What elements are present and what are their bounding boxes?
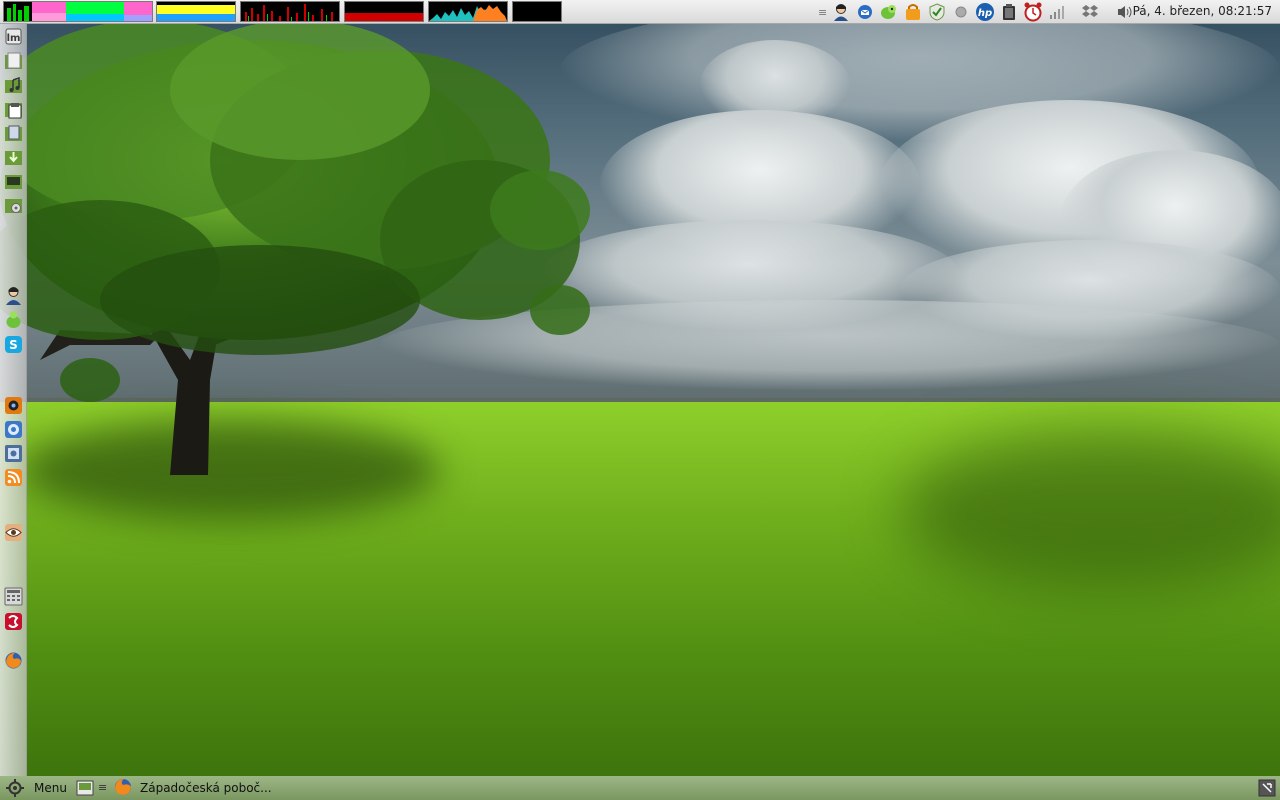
settings-icon[interactable]: [4, 196, 23, 215]
firefox-window-icon: [114, 778, 132, 799]
top-panel: ≡ hp Pá, 4. březen, 08:21:57: [0, 0, 1280, 24]
user-icon[interactable]: [831, 3, 850, 22]
load-monitor[interactable]: [428, 1, 508, 22]
dropbox-icon[interactable]: [1080, 3, 1099, 22]
disk-monitor[interactable]: [512, 1, 562, 22]
calculator-icon[interactable]: [4, 587, 23, 606]
taskbar-item-label: Západočeská poboč...: [140, 781, 272, 795]
swap-monitor[interactable]: [344, 1, 424, 22]
mint-icon[interactable]: lm: [4, 27, 23, 46]
desktop-wallpaper: [0, 0, 1280, 800]
mail-icon[interactable]: [4, 420, 23, 439]
terminal-icon[interactable]: [4, 172, 23, 191]
volume-icon[interactable]: [1115, 3, 1134, 22]
pidgin-icon[interactable]: [879, 3, 898, 22]
download-icon[interactable]: [4, 148, 23, 167]
clock[interactable]: Pá, 4. březen, 08:21:57: [1133, 4, 1272, 18]
gear-icon: [6, 779, 24, 800]
taskbar-item-firefox[interactable]: Západočeská poboč...: [114, 778, 272, 799]
menu-label: Menu: [34, 781, 67, 795]
thunderbird-icon[interactable]: [855, 3, 874, 22]
webcam-icon[interactable]: [4, 396, 23, 415]
documents-icon[interactable]: [4, 124, 23, 143]
user-messenger-icon[interactable]: [4, 286, 23, 305]
lastfm-icon[interactable]: [4, 612, 23, 631]
files-icon[interactable]: [4, 52, 23, 71]
music-icon[interactable]: [4, 76, 23, 95]
bottom-panel: Menu ≡ Západočeská poboč...: [0, 776, 1280, 800]
pidgin-green-icon[interactable]: [4, 310, 23, 329]
svg-text:hp: hp: [978, 8, 992, 19]
show-desktop-button[interactable]: [76, 779, 94, 797]
svg-text:S: S: [9, 338, 18, 352]
memory-monitor[interactable]: [156, 1, 236, 22]
update-notifier-icon[interactable]: [903, 3, 922, 22]
hp-printer-icon[interactable]: hp: [975, 3, 995, 22]
record-icon[interactable]: [951, 3, 970, 22]
tree: [0, 20, 590, 475]
shield-icon[interactable]: [927, 3, 946, 22]
tray-separator: ≡: [818, 5, 828, 19]
notification-area-icon[interactable]: [1258, 779, 1276, 800]
clipboard-icon[interactable]: [999, 3, 1018, 22]
cpu-memory-monitor[interactable]: [3, 1, 153, 22]
firefox-icon[interactable]: [4, 651, 23, 670]
network-monitor[interactable]: [240, 1, 340, 22]
workspace-separator: ≡: [98, 781, 108, 794]
screenshot-icon[interactable]: [4, 444, 23, 463]
clipboard-paste-icon[interactable]: [4, 100, 23, 119]
skype-icon[interactable]: S: [4, 335, 23, 354]
left-launcher-panel: lm S: [0, 24, 27, 776]
menu-button[interactable]: Menu: [6, 779, 67, 797]
rss-icon[interactable]: [4, 468, 23, 487]
alarm-clock-icon[interactable]: [1023, 2, 1042, 22]
system-tray: ≡ hp: [818, 1, 1139, 23]
svg-text:lm: lm: [7, 33, 21, 44]
eye-viewer-icon[interactable]: [4, 523, 23, 542]
signal-strength-icon[interactable]: [1047, 3, 1066, 22]
